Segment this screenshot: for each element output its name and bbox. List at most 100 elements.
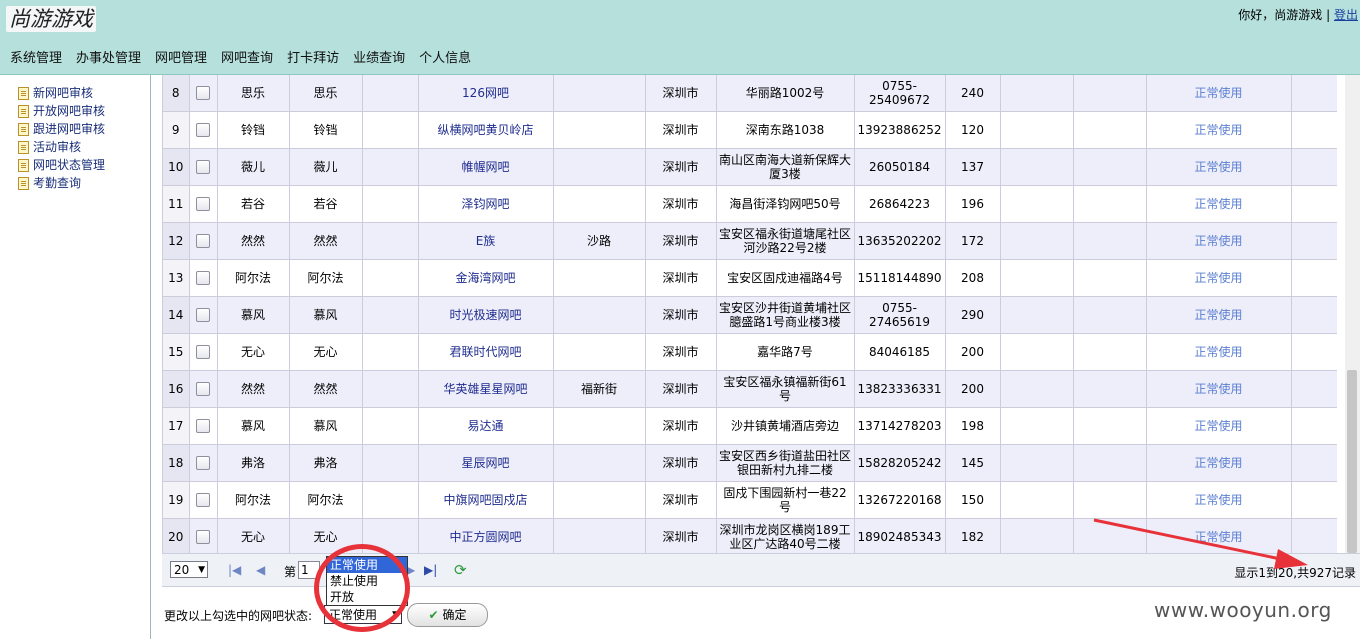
netbar-name-link-name[interactable]: 时光极速网吧 xyxy=(418,296,554,334)
refresh-icon[interactable]: ⟳ xyxy=(454,561,467,579)
status-link-status[interactable]: 正常使用 xyxy=(1146,148,1292,186)
confirm-button[interactable]: ✔ 确定 xyxy=(407,603,488,627)
netbar-name-link[interactable]: 泽钧网吧 xyxy=(461,197,509,211)
scrollbar-thumb[interactable] xyxy=(1347,370,1357,553)
table-row[interactable]: 17 慕风 慕风 易达通 深圳市 沙井镇黄埔酒店旁边 13714278203 198 正常使用 xyxy=(163,407,1337,445)
netbar-name-link-name[interactable]: 中旗网吧固戍店 xyxy=(418,481,554,519)
status-link[interactable]: 正常使用 xyxy=(1194,86,1242,100)
netbar-name-link-name[interactable]: 纵横网吧黄贝岭店 xyxy=(418,111,554,149)
status-link[interactable]: 正常使用 xyxy=(1194,419,1242,433)
table-row[interactable]: 8 思乐 思乐 126网吧 深圳市 华丽路1002号 0755-25409672 240 正常使… xyxy=(163,75,1337,112)
status-link[interactable]: 正常使用 xyxy=(1194,493,1242,507)
netbar-name-link-name[interactable]: 华英雄星星网吧 xyxy=(418,370,554,408)
status-link[interactable]: 正常使用 xyxy=(1194,234,1242,248)
first-page-icon[interactable]: |◀ xyxy=(228,563,241,577)
nav-item-netbar-manage[interactable]: 网吧管理 xyxy=(155,47,207,66)
table-row[interactable]: 9 铃铛 铃铛 纵横网吧黄贝岭店 深圳市 深南东路1038 13923886252 120 正常… xyxy=(163,111,1337,149)
table-row[interactable]: 10 薇儿 薇儿 帷幄网吧 深圳市 南山区南海大道新保辉大厦3楼 26050184 137 正常… xyxy=(163,148,1337,186)
netbar-name-link-name[interactable]: E族 xyxy=(418,222,554,260)
netbar-name-link[interactable]: 中旗网吧固戍店 xyxy=(443,493,527,507)
row-checkbox[interactable] xyxy=(196,456,210,471)
sidebar-item-new-review[interactable]: 新网吧审核 xyxy=(18,84,93,102)
netbar-name-link[interactable]: 易达通 xyxy=(467,419,503,433)
row-checkbox[interactable] xyxy=(196,271,210,286)
status-select[interactable]: 正常使用 ▼ xyxy=(324,605,402,624)
table-row[interactable]: 15 无心 无心 君联时代网吧 深圳市 嘉华路7号 84046185 200 正常使用 xyxy=(163,333,1337,371)
status-link[interactable]: 正常使用 xyxy=(1194,123,1242,137)
status-link[interactable]: 正常使用 xyxy=(1194,382,1242,396)
page-size-select[interactable]: 20 ▼ xyxy=(170,561,208,578)
row-checkbox[interactable] xyxy=(196,123,210,138)
status-link[interactable]: 正常使用 xyxy=(1194,197,1242,211)
status-link-status[interactable]: 正常使用 xyxy=(1146,185,1292,223)
netbar-name-link[interactable]: 星辰网吧 xyxy=(461,456,509,470)
netbar-name-link[interactable]: 帷幄网吧 xyxy=(461,160,509,174)
netbar-name-link-name[interactable]: 126网吧 xyxy=(418,75,554,112)
dropdown-option-open[interactable]: 开放 xyxy=(327,589,407,605)
status-link[interactable]: 正常使用 xyxy=(1194,530,1242,544)
vertical-scrollbar[interactable] xyxy=(1345,75,1360,553)
dropdown-option-forbid[interactable]: 禁止使用 xyxy=(327,573,407,589)
status-link-status[interactable]: 正常使用 xyxy=(1146,75,1292,112)
nav-item-profile[interactable]: 个人信息 xyxy=(419,47,471,66)
netbar-name-link-name[interactable]: 星辰网吧 xyxy=(418,444,554,482)
prev-page-icon[interactable]: ◀ xyxy=(256,563,265,577)
nav-item-checkin[interactable]: 打卡拜访 xyxy=(287,47,339,66)
row-checkbox[interactable] xyxy=(196,308,210,323)
netbar-name-link-name[interactable]: 帷幄网吧 xyxy=(418,148,554,186)
row-checkbox[interactable] xyxy=(196,493,210,508)
table-row[interactable]: 16 然然 然然 华英雄星星网吧 福新街 深圳市 宝安区福永镇福新街61号 138233363… xyxy=(163,370,1337,408)
row-checkbox[interactable] xyxy=(196,160,210,175)
netbar-name-link[interactable]: 纵横网吧黄贝岭店 xyxy=(437,123,533,137)
row-checkbox[interactable] xyxy=(196,345,210,360)
netbar-name-link-name[interactable]: 易达通 xyxy=(418,407,554,445)
netbar-name-link-name[interactable]: 泽钧网吧 xyxy=(418,185,554,223)
netbar-name-link[interactable]: 华英雄星星网吧 xyxy=(443,382,527,396)
sidebar-item-status-manage[interactable]: 网吧状态管理 xyxy=(18,156,105,174)
netbar-name-link[interactable]: 时光极速网吧 xyxy=(449,308,521,322)
status-link-status[interactable]: 正常使用 xyxy=(1146,222,1292,260)
logout-link[interactable]: 登出 xyxy=(1334,8,1358,22)
row-checkbox[interactable] xyxy=(196,382,210,397)
status-link-status[interactable]: 正常使用 xyxy=(1146,259,1292,297)
page-number-input[interactable]: 1 xyxy=(298,561,320,579)
sidebar-item-attendance[interactable]: 考勤查询 xyxy=(18,174,81,192)
row-checkbox[interactable] xyxy=(196,530,210,545)
status-link-status[interactable]: 正常使用 xyxy=(1146,407,1292,445)
table-row[interactable]: 12 然然 然然 E族 沙路 深圳市 宝安区福永街道塘尾社区河沙路22号2楼 13635202… xyxy=(163,222,1337,260)
netbar-name-link[interactable]: 君联时代网吧 xyxy=(449,345,521,359)
status-link-status[interactable]: 正常使用 xyxy=(1146,370,1292,408)
nav-item-performance[interactable]: 业绩查询 xyxy=(353,47,405,66)
table-row[interactable]: 11 若谷 若谷 泽钧网吧 深圳市 海昌街泽钧网吧50号 26864223 196 正常使用 xyxy=(163,185,1337,223)
status-link-status[interactable]: 正常使用 xyxy=(1146,481,1292,519)
row-checkbox[interactable] xyxy=(196,419,210,434)
netbar-name-link[interactable]: E族 xyxy=(476,234,496,248)
dropdown-option-normal[interactable]: 正常使用 xyxy=(327,557,407,573)
status-link[interactable]: 正常使用 xyxy=(1194,160,1242,174)
last-page-icon[interactable]: ▶| xyxy=(424,563,437,577)
sidebar-item-followup-review[interactable]: 跟进网吧审核 xyxy=(18,120,105,138)
netbar-name-link[interactable]: 126网吧 xyxy=(462,86,509,100)
status-link[interactable]: 正常使用 xyxy=(1194,345,1242,359)
sidebar-item-open-review[interactable]: 开放网吧审核 xyxy=(18,102,105,120)
status-link[interactable]: 正常使用 xyxy=(1194,271,1242,285)
status-link-status[interactable]: 正常使用 xyxy=(1146,333,1292,371)
status-link-status[interactable]: 正常使用 xyxy=(1146,444,1292,482)
netbar-name-link-name[interactable]: 金海湾网吧 xyxy=(418,259,554,297)
table-row[interactable]: 14 慕风 慕风 时光极速网吧 深圳市 宝安区沙井街道黄埔社区臆盛路1号商业楼3楼 0755… xyxy=(163,296,1337,334)
nav-item-netbar-query[interactable]: 网吧查询 xyxy=(221,47,273,66)
nav-item-office[interactable]: 办事处管理 xyxy=(76,47,141,66)
nav-item-system[interactable]: 系统管理 xyxy=(10,47,62,66)
netbar-name-link-name[interactable]: 君联时代网吧 xyxy=(418,333,554,371)
table-row[interactable]: 19 阿尔法 阿尔法 中旗网吧固戍店 深圳市 固戍下围园新村一巷22号 1326722016… xyxy=(163,481,1337,519)
table-row[interactable]: 20 无心 无心 中正方圆网吧 深圳市 深圳市龙岗区横岗189工业区广达路40号二楼 189… xyxy=(163,518,1337,553)
status-link[interactable]: 正常使用 xyxy=(1194,308,1242,322)
netbar-name-link[interactable]: 中正方圆网吧 xyxy=(449,530,521,544)
netbar-name-link-name[interactable]: 中正方圆网吧 xyxy=(418,518,554,553)
status-link-status[interactable]: 正常使用 xyxy=(1146,296,1292,334)
table-row[interactable]: 18 弗洛 弗洛 星辰网吧 深圳市 宝安区西乡街道盐田社区银田新村九排二楼 15828205… xyxy=(163,444,1337,482)
row-checkbox[interactable] xyxy=(196,86,210,101)
table-row[interactable]: 13 阿尔法 阿尔法 金海湾网吧 深圳市 宝安区固戍迪福路4号 15118144890 208… xyxy=(163,259,1337,297)
status-link-status[interactable]: 正常使用 xyxy=(1146,518,1292,553)
status-link[interactable]: 正常使用 xyxy=(1194,456,1242,470)
